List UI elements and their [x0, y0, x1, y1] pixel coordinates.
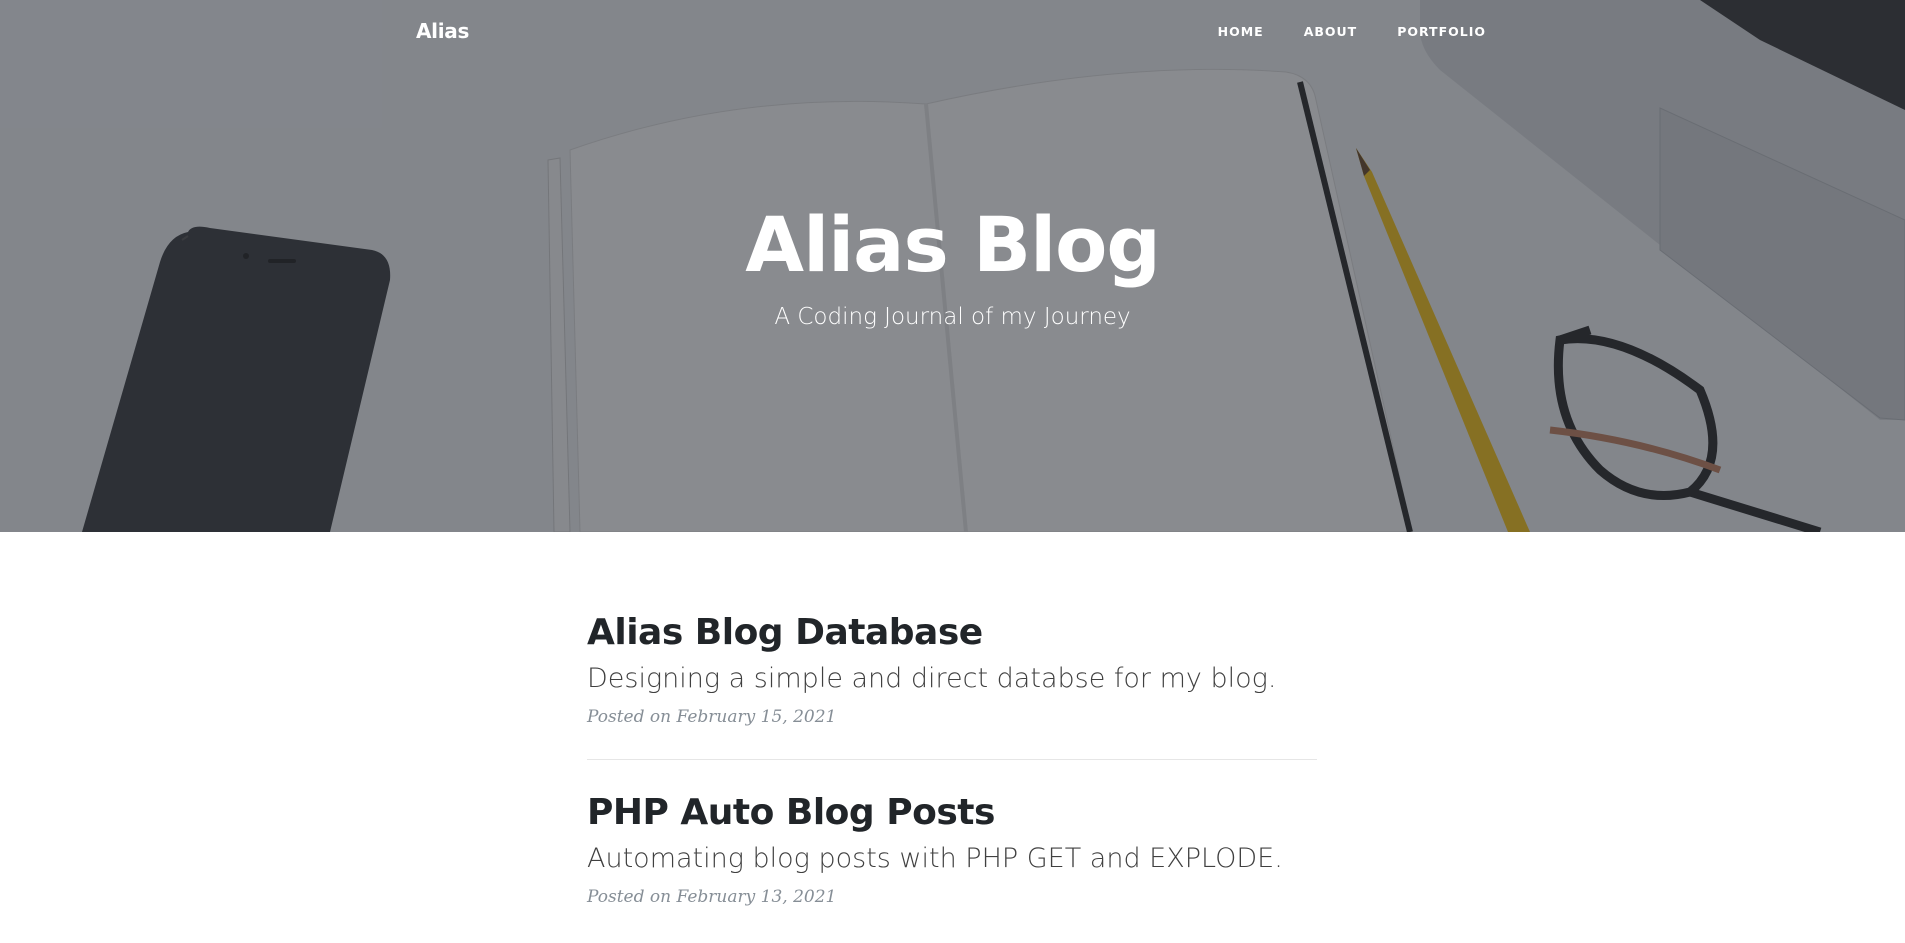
- post-subtitle[interactable]: Designing a simple and direct databse fo…: [587, 659, 1317, 699]
- hero-header: Alias HOME ABOUT PORTFOLIO Alias Blog A …: [0, 0, 1905, 532]
- post-link[interactable]: PHP Auto Blog Posts Automating blog post…: [587, 790, 1317, 879]
- post-subtitle[interactable]: Automating blog posts with PHP GET and E…: [587, 839, 1317, 879]
- nav-link-about[interactable]: ABOUT: [1304, 24, 1358, 39]
- nav-links: HOME ABOUT PORTFOLIO: [1178, 24, 1486, 39]
- post-title[interactable]: Alias Blog Database: [587, 610, 1317, 656]
- post-list: Alias Blog Database Designing a simple a…: [587, 610, 1317, 907]
- post-meta: Posted on February 15, 2021: [587, 707, 837, 727]
- brand-logo-link[interactable]: Alias: [416, 19, 469, 43]
- top-navbar: Alias HOME ABOUT PORTFOLIO: [0, 0, 1905, 64]
- post-preview: PHP Auto Blog Posts Automating blog post…: [587, 790, 1317, 907]
- page-subtitle: A Coding Journal of my Journey: [774, 304, 1131, 330]
- nav-link-home[interactable]: HOME: [1218, 24, 1264, 39]
- post-preview: Alias Blog Database Designing a simple a…: [587, 610, 1317, 727]
- post-meta: Posted on February 13, 2021: [587, 887, 837, 907]
- page-title: Alias Blog: [745, 200, 1161, 289]
- post-title[interactable]: PHP Auto Blog Posts: [587, 790, 1317, 836]
- post-divider: [587, 759, 1317, 760]
- nav-link-portfolio[interactable]: PORTFOLIO: [1397, 24, 1486, 39]
- post-link[interactable]: Alias Blog Database Designing a simple a…: [587, 610, 1317, 699]
